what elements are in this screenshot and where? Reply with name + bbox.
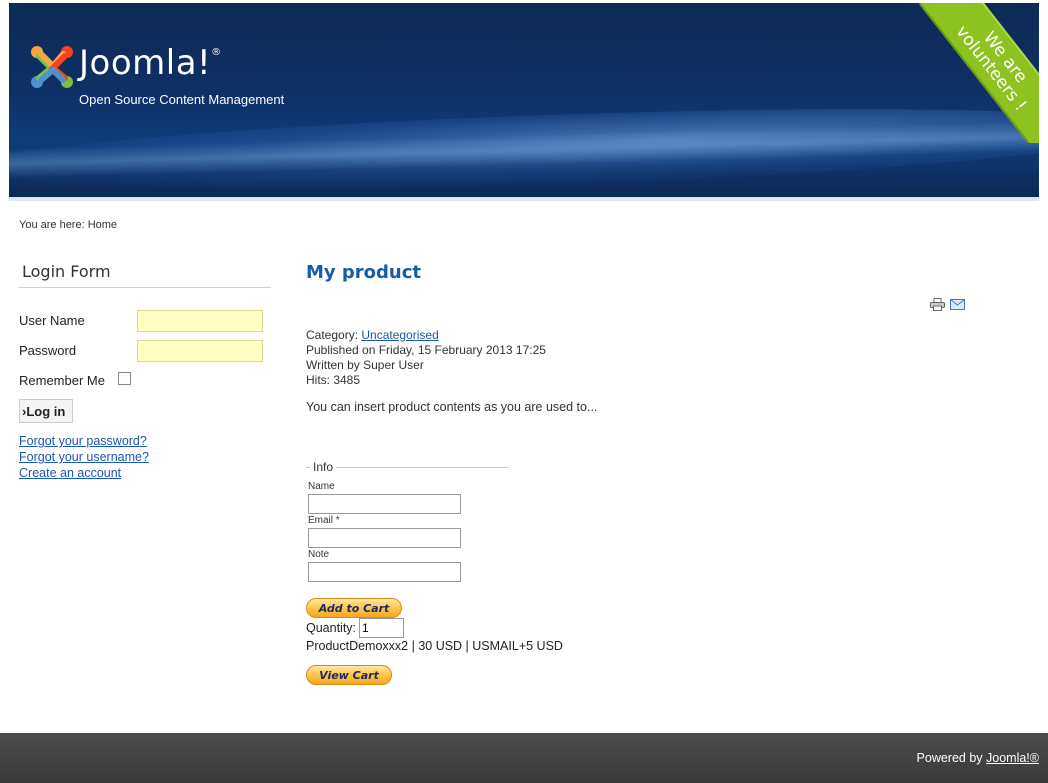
volunteers-ribbon: We are volunteers ! — [913, 3, 1039, 143]
username-input[interactable] — [137, 310, 263, 332]
view-cart-button[interactable]: View Cart — [306, 665, 392, 685]
footer-powered-by: Powered by Joomla!® — [917, 751, 1039, 765]
product-summary: ProductDemoxxx2 | 30 USD | USMAIL+5 USD — [306, 639, 563, 653]
email-icon[interactable] — [950, 299, 965, 310]
logo-text[interactable]: Joomla!® — [79, 43, 222, 83]
print-icon[interactable] — [930, 298, 945, 311]
category-link[interactable]: Uncategorised — [361, 328, 438, 342]
article-hits: Hits: 3485 — [306, 373, 361, 387]
quantity-input[interactable] — [359, 618, 404, 638]
remember-me-checkbox[interactable] — [118, 372, 131, 385]
article-author: Written by Super User — [306, 358, 424, 372]
ribbon-band: We are volunteers ! — [919, 3, 1039, 143]
footer-joomla-link[interactable]: Joomla!® — [986, 751, 1039, 765]
fieldset-border — [306, 467, 508, 468]
password-label: Password — [19, 343, 77, 358]
login-form-title: Login Form — [19, 262, 271, 288]
footer-prefix: Powered by — [916, 751, 987, 765]
username-label: User Name — [19, 313, 85, 328]
login-button[interactable]: ›Log in — [19, 399, 73, 423]
name-label: Name — [308, 481, 335, 492]
breadcrumb: You are here: Home — [19, 219, 118, 231]
site-footer: Powered by Joomla!® — [0, 733, 1048, 783]
forgot-username-link[interactable]: Forgot your username? — [19, 450, 149, 464]
note-input[interactable] — [308, 562, 461, 582]
email-label: Email * — [308, 515, 340, 526]
site-tagline: Open Source Content Management — [79, 92, 285, 107]
note-label: Note — [308, 549, 330, 560]
article-title[interactable]: My product — [306, 262, 421, 283]
fieldset-legend: Info — [310, 460, 337, 474]
ribbon-text: We are volunteers ! — [951, 22, 1032, 116]
add-to-cart-button[interactable]: Add to Cart — [306, 598, 402, 618]
forgot-password-link[interactable]: Forgot your password? — [19, 434, 147, 448]
create-account-link[interactable]: Create an account — [19, 466, 121, 480]
quantity-label: Quantity: — [306, 621, 357, 635]
logo-wordmark: Joomla! — [79, 43, 212, 83]
password-input[interactable] — [137, 340, 263, 362]
remember-me-label: Remember Me — [19, 373, 105, 388]
email-input[interactable] — [308, 528, 461, 548]
category-label: Category: — [306, 328, 362, 342]
header-bottom-strip — [9, 197, 1039, 201]
site-header: Joomla!® Open Source Content Management … — [9, 3, 1039, 201]
article-body: You can insert product contents as you a… — [306, 400, 598, 414]
logo-registered-mark: ® — [211, 47, 222, 58]
article-category: Category: Uncategorised — [306, 328, 439, 342]
article-published-date: Published on Friday, 15 February 2013 17… — [306, 343, 546, 357]
name-input[interactable] — [308, 494, 461, 514]
joomla-logo-icon[interactable] — [29, 44, 75, 90]
